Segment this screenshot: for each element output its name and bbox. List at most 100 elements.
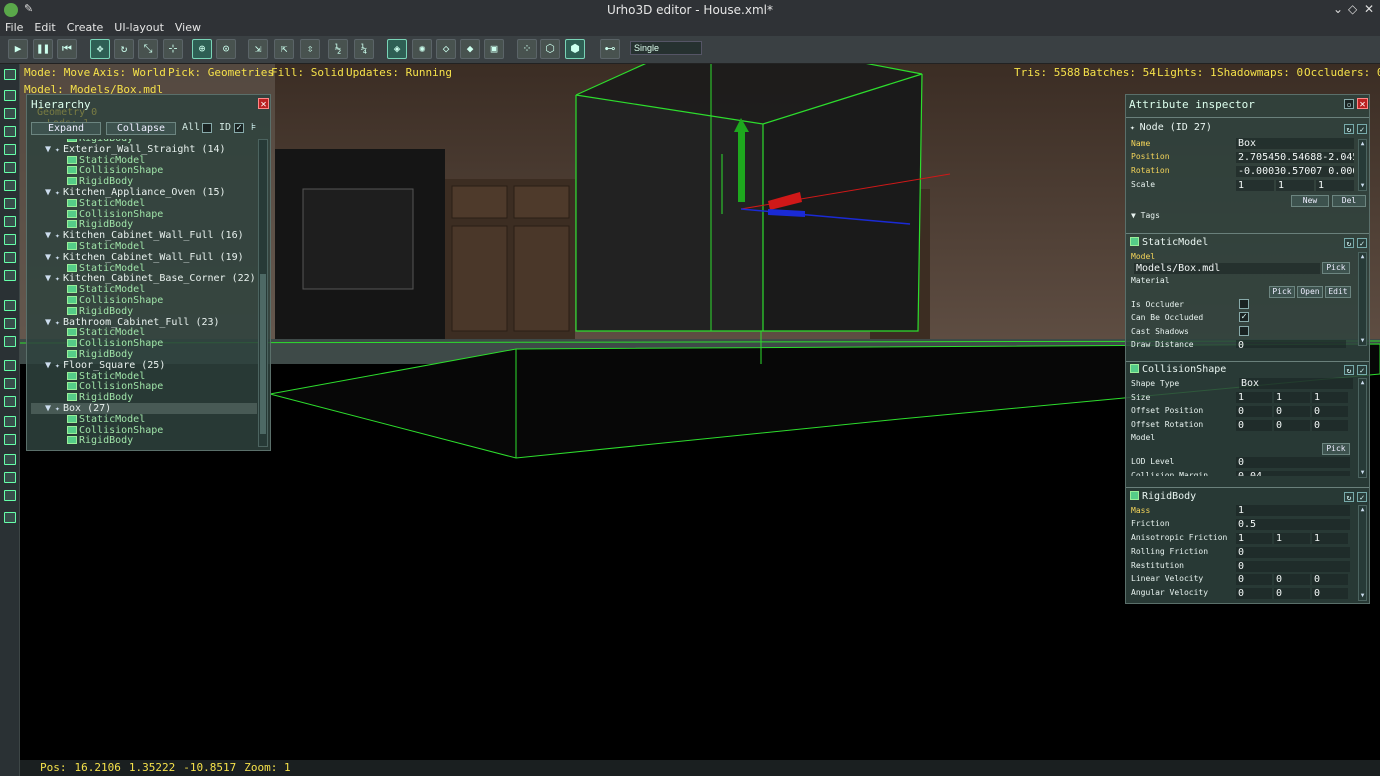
offset-pos-x-field[interactable]: 0 <box>1236 406 1272 417</box>
hierarchy-component-item[interactable]: RigidBody <box>31 435 133 445</box>
hierarchy-component-item[interactable]: StaticModel <box>31 284 145 295</box>
expand-arrow-icon[interactable]: ▼ <box>45 144 55 155</box>
new-terrain-icon[interactable] <box>4 216 16 227</box>
hierarchy-node-item[interactable]: ▼ ✦ Box (27) <box>31 403 257 414</box>
select-tool-button[interactable]: ⊹ <box>163 39 183 59</box>
hierarchy-component-item[interactable]: RigidBody <box>31 176 133 187</box>
reset-icon[interactable]: ↻ <box>1344 124 1354 134</box>
offset-pos-y-field[interactable]: 0 <box>1274 406 1310 417</box>
scroll-down-icon[interactable]: ▼ <box>1359 337 1366 345</box>
maximize-icon[interactable]: ◇ <box>1348 2 1357 16</box>
menu-file[interactable]: File <box>0 20 29 34</box>
new-component-icon[interactable] <box>4 126 16 137</box>
new-decal-icon[interactable] <box>4 252 16 263</box>
cast-shadows-checkbox[interactable] <box>1239 326 1249 336</box>
hierarchy-component-item[interactable]: RigidBody <box>31 306 133 317</box>
hierarchy-component-item[interactable]: RigidBody <box>31 349 133 360</box>
offset-pos-z-field[interactable]: 0 <box>1312 406 1348 417</box>
hierarchy-component-item[interactable]: CollisionShape <box>31 425 163 436</box>
pick-mode-icon[interactable]: ⊷ <box>600 39 620 59</box>
collapse-button[interactable]: Collapse <box>106 122 176 135</box>
snap-scale-button[interactable]: ⇳ <box>300 39 320 59</box>
reset-icon[interactable]: ↻ <box>1344 492 1354 502</box>
offset-rot-y-field[interactable]: 0 <box>1274 420 1310 431</box>
expand-arrow-icon[interactable]: ▼ <box>45 273 55 284</box>
reset-icon[interactable]: ↻ <box>1344 365 1354 375</box>
hierarchy-node-item[interactable]: ▼ ✦ Bathroom_Cabinet_Full (23) <box>31 317 220 328</box>
expand-button[interactable]: Expand <box>31 122 101 135</box>
new-sky-icon[interactable] <box>4 234 16 245</box>
linvel-z-field[interactable]: 0 <box>1312 574 1348 585</box>
minimize-icon[interactable]: ⌄ <box>1333 2 1343 16</box>
pick-material-button[interactable]: Pick <box>1269 286 1295 298</box>
gizmo-y-axis[interactable] <box>738 132 745 202</box>
staticmodel-scrollbar[interactable]: ▲ ▼ <box>1358 252 1367 346</box>
scale-z-field[interactable]: 1 <box>1316 180 1354 191</box>
pick-collision-model-button[interactable]: Pick <box>1322 443 1350 455</box>
menu-ui-layout[interactable]: UI-layout <box>109 20 170 34</box>
hierarchy-component-item[interactable]: RigidBody <box>31 392 133 403</box>
new-ui-sprite-icon[interactable] <box>4 434 16 445</box>
scale-tool-button[interactable]: ⤡ <box>138 39 158 59</box>
hierarchy-component-item[interactable]: RigidBody <box>31 219 133 230</box>
pause-button[interactable]: ❚❚ <box>33 39 53 59</box>
new-local-node-icon[interactable] <box>4 108 16 119</box>
hierarchy-component-item[interactable]: StaticModel <box>31 327 145 338</box>
tags-label[interactable]: ▼ Tags <box>1131 211 1160 220</box>
rolling-friction-field[interactable]: 0 <box>1236 547 1350 558</box>
hierarchy-component-item[interactable]: CollisionShape <box>31 338 163 349</box>
node-scrollbar[interactable]: ▲ ▼ <box>1358 139 1367 191</box>
new-ui-window-icon[interactable] <box>4 396 16 407</box>
enable-checkbox[interactable]: ✓ <box>1357 124 1367 134</box>
enable-checkbox[interactable]: ✓ <box>1357 492 1367 502</box>
pick-rigidbodies-button[interactable]: ◆ <box>460 39 480 59</box>
close-hierarchy-icon[interactable]: ✕ <box>258 98 269 110</box>
hierarchy-node-item[interactable]: ▼ ✦ Floor_Square (25) <box>31 360 165 371</box>
position-field[interactable]: 2.705450.54688-2.0457 <box>1236 152 1354 163</box>
expand-arrow-icon[interactable]: ▼ <box>45 230 55 241</box>
new-light-icon[interactable] <box>4 162 16 173</box>
expand-arrow-icon[interactable]: ▼ <box>45 360 55 371</box>
scroll-up-icon[interactable]: ▲ <box>1359 140 1366 148</box>
revert-button[interactable]: ⏮ <box>57 39 77 59</box>
hierarchy-component-item[interactable]: StaticModel <box>31 263 145 274</box>
enable-checkbox[interactable]: ✓ <box>1357 238 1367 248</box>
close-window-icon[interactable]: ✕ <box>1364 2 1374 16</box>
new-replicated-node-icon[interactable] <box>4 90 16 101</box>
scroll-down-icon[interactable]: ▼ <box>1359 182 1366 190</box>
all-checkbox[interactable] <box>202 123 212 133</box>
linvel-x-field[interactable]: 0 <box>1236 574 1272 585</box>
shape-type-dropdown[interactable]: Box <box>1239 378 1353 389</box>
hierarchy-component-item[interactable]: CollisionShape <box>31 209 163 220</box>
new-ui-scroll-icon[interactable] <box>4 490 16 501</box>
pick-geometries-button[interactable]: ◈ <box>387 39 407 59</box>
menu-edit[interactable]: Edit <box>29 20 61 34</box>
hierarchy-node-item[interactable]: ▼ ✦ Exterior_Wall_Straight (14) <box>31 144 226 155</box>
close-inspector-icon[interactable]: ✕ <box>1357 98 1368 110</box>
collision-margin-field[interactable]: 0.04 <box>1236 471 1350 476</box>
expand-arrow-icon[interactable]: ▼ <box>45 317 55 328</box>
new-rigidbody-icon[interactable] <box>4 300 16 311</box>
angvel-x-field[interactable]: 0 <box>1236 588 1272 599</box>
delete-tag-button[interactable]: Del <box>1332 195 1366 207</box>
new-ui-layout-icon[interactable] <box>4 512 16 523</box>
hierarchy-component-item[interactable]: StaticModel <box>31 155 145 166</box>
hierarchy-component-item[interactable]: CollisionShape <box>31 295 163 306</box>
aniso-x-field[interactable]: 1 <box>1236 533 1272 544</box>
pick-zones-button[interactable]: ◇ <box>436 39 456 59</box>
hierarchy-scroll-thumb[interactable] <box>260 274 266 434</box>
new-ui-button-icon[interactable] <box>4 378 16 389</box>
expand-arrow-icon[interactable]: ▼ <box>45 252 55 263</box>
offset-rot-x-field[interactable]: 0 <box>1236 420 1272 431</box>
hierarchy-node-item[interactable]: ▼ ✦ Kitchen_Cabinet_Wall_Full (19) <box>31 252 244 263</box>
hierarchy-component-item[interactable]: CollisionShape <box>31 165 163 176</box>
snap-half-button[interactable]: ½ <box>328 39 348 59</box>
new-ui-slider-icon[interactable] <box>4 472 16 483</box>
fill-solid-button[interactable]: ⬢ <box>565 39 585 59</box>
size-z-field[interactable]: 1 <box>1312 392 1348 403</box>
new-static-model-icon[interactable] <box>4 144 16 155</box>
new-tag-button[interactable]: New <box>1291 195 1329 207</box>
rotate-tool-button[interactable]: ↻ <box>114 39 134 59</box>
friction-field[interactable]: 0.5 <box>1236 519 1350 530</box>
lod-level-field[interactable]: 0 <box>1236 457 1350 468</box>
